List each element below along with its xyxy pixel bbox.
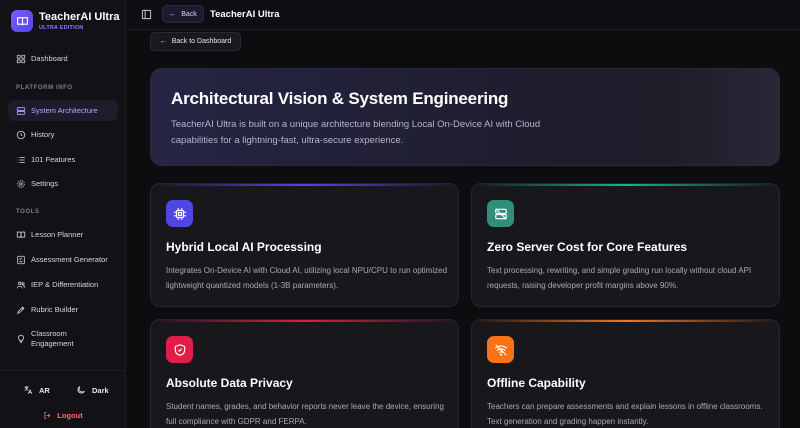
- lightbulb-icon: [16, 334, 26, 344]
- card-title: Absolute Data Privacy: [166, 376, 293, 390]
- sidebar-item-label: Dashboard: [31, 54, 68, 63]
- sidebar-item-lesson-planner[interactable]: Lesson Planner: [8, 224, 118, 245]
- sidebar-item-rubric-builder[interactable]: Rubric Builder: [8, 299, 118, 320]
- card-accent: [472, 320, 779, 322]
- feature-card-hybrid-ai: Hybrid Local AI Processing Integrates On…: [150, 183, 459, 307]
- grid-icon: [16, 54, 26, 64]
- shield-icon: [166, 336, 193, 363]
- users-icon: [16, 280, 26, 290]
- list-icon: [16, 155, 26, 165]
- hero-banner: Architectural Vision & System Engineerin…: [150, 68, 780, 166]
- moon-icon: [77, 386, 85, 394]
- sidebar-item-label: History: [31, 130, 55, 139]
- sidebar-item-iep-differentiation[interactable]: IEP & Differentiation: [8, 274, 118, 295]
- translate-icon: [24, 386, 33, 394]
- theme-toggle[interactable]: Dark: [76, 385, 109, 395]
- sidebar: TeacherAI Ultra ULTRA EDITION Dashboard …: [0, 0, 126, 428]
- checklist-icon: [16, 255, 26, 265]
- card-description: Text processing, rewriting, and simple g…: [487, 266, 752, 290]
- card-accent: [472, 184, 779, 186]
- sidebar-item-label: Classroom Engagement: [31, 329, 74, 348]
- sidebar-item-features[interactable]: 101 Features: [8, 149, 118, 170]
- section-label-platform: PLATFORM INFO: [16, 85, 73, 91]
- logout-button[interactable]: Logout: [0, 411, 126, 420]
- hero-title: Architectural Vision & System Engineerin…: [171, 89, 509, 108]
- back-to-dashboard-button[interactable]: ← Back to Dashboard: [150, 32, 241, 51]
- clock-icon: [16, 130, 26, 140]
- sidebar-item-label: 101 Features: [31, 155, 76, 164]
- wifi-off-icon: [487, 336, 514, 363]
- brand[interactable]: TeacherAI Ultra ULTRA EDITION: [11, 10, 120, 32]
- logout-icon: [44, 412, 51, 419]
- sidebar-item-label: Lesson Planner: [31, 230, 84, 239]
- arrow-left-icon: ←: [159, 38, 167, 45]
- arrow-left-icon: ←: [169, 10, 177, 18]
- sidebar-item-label: IEP & Differentiation: [31, 280, 99, 289]
- back-label: Back: [181, 10, 197, 18]
- sidebar-item-label: Rubric Builder: [31, 305, 79, 314]
- card-title: Offline Capability: [487, 376, 586, 390]
- sidebar-toggle-icon[interactable]: [141, 9, 152, 20]
- sidebar-item-classroom-engagement[interactable]: Classroom Engagement: [8, 325, 118, 353]
- book-logo-icon: [11, 10, 33, 32]
- back-to-dashboard-label: Back to Dashboard: [171, 38, 232, 45]
- card-accent: [151, 184, 458, 186]
- sidebar-footer: AR Dark Logout: [0, 370, 126, 428]
- language-toggle[interactable]: AR: [23, 385, 50, 395]
- hero-description: TeacherAI Ultra is built on a unique arc…: [171, 119, 541, 146]
- sidebar-item-system-architecture[interactable]: System Architecture: [8, 100, 118, 121]
- app-title: TeacherAI Ultra: [39, 10, 120, 23]
- sidebar-item-dashboard[interactable]: Dashboard: [8, 48, 118, 69]
- card-description: Teachers can prepare assessments and exp…: [487, 402, 763, 426]
- sidebar-item-label: Assessment Generator: [31, 255, 108, 264]
- server-off-icon: [487, 200, 514, 227]
- logout-label: Logout: [57, 411, 83, 420]
- language-label: AR: [39, 385, 50, 395]
- gear-icon: [16, 179, 26, 189]
- card-description: Student names, grades, and behavior repo…: [166, 402, 444, 426]
- theme-label: Dark: [92, 385, 109, 395]
- back-button[interactable]: ← Back: [162, 5, 204, 23]
- rubric-icon: [16, 305, 26, 315]
- feature-card-offline-capability: Offline Capability Teachers can prepare …: [471, 319, 780, 428]
- app-edition: ULTRA EDITION: [39, 24, 84, 31]
- feature-card-data-privacy: Absolute Data Privacy Student names, gra…: [150, 319, 459, 428]
- cpu-icon: [166, 200, 193, 227]
- sidebar-item-assessment-generator[interactable]: Assessment Generator: [8, 249, 118, 270]
- card-accent: [151, 320, 458, 322]
- topbar: ← Back TeacherAI Ultra: [126, 0, 800, 30]
- sidebar-item-label: Settings: [31, 179, 59, 188]
- page-title: TeacherAI Ultra: [210, 9, 280, 20]
- card-description: Integrates On-Device AI with Cloud AI, u…: [166, 266, 448, 290]
- sidebar-item-history[interactable]: History: [8, 124, 118, 145]
- sidebar-item-label: System Architecture: [31, 106, 98, 115]
- server-icon: [16, 106, 26, 116]
- section-label-tools: TOOLS: [16, 209, 40, 215]
- card-title: Hybrid Local AI Processing: [166, 240, 322, 254]
- feature-card-zero-server-cost: Zero Server Cost for Core Features Text …: [471, 183, 780, 307]
- book-icon: [16, 230, 26, 240]
- card-title: Zero Server Cost for Core Features: [487, 240, 688, 254]
- sidebar-item-settings[interactable]: Settings: [8, 173, 118, 194]
